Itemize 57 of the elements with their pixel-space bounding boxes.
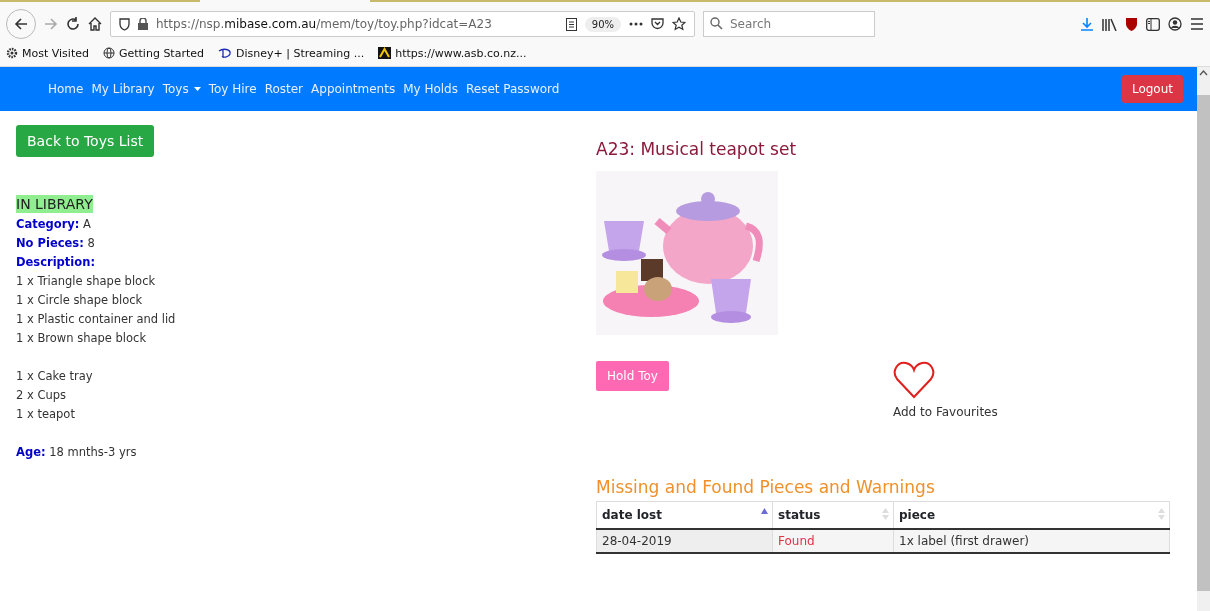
search-field[interactable]: Search: [703, 11, 875, 37]
shield-icon[interactable]: [1125, 17, 1138, 31]
table-cell: Found: [772, 529, 894, 553]
detail-line: No Pieces: 8: [16, 235, 96, 252]
star-icon[interactable]: [672, 17, 686, 31]
detail-line: Category: A: [16, 216, 92, 233]
home-icon[interactable]: [88, 17, 102, 31]
sidebar-icon[interactable]: [1146, 17, 1160, 31]
section-title: Missing and Found Pieces and Warnings: [596, 477, 936, 497]
description-line: 2 x Cups: [16, 387, 68, 404]
nav-link[interactable]: My Holds: [403, 82, 458, 96]
reload-icon[interactable]: [66, 17, 80, 31]
table-cell: 28-04-2019: [596, 529, 773, 553]
more-icon[interactable]: [629, 22, 643, 26]
nav-link[interactable]: Reset Password: [466, 82, 560, 96]
back-arrow-icon: [14, 17, 28, 31]
library-icon[interactable]: [1102, 17, 1117, 31]
bookmark-link[interactable]: Disney+ | Streaming ...: [236, 46, 365, 60]
description-line: 1 x Cake tray: [16, 368, 94, 385]
detail-line: Description:: [16, 254, 96, 271]
zoom-level[interactable]: 90%: [584, 16, 621, 32]
reader-view-icon[interactable]: [565, 17, 577, 31]
table-cell: 1x label (first drawer): [893, 529, 1170, 553]
bookmark-link[interactable]: Most Visited: [22, 46, 89, 60]
nav-link[interactable]: Toys: [162, 82, 201, 96]
age-line: Age: 18 mnths-3 yrs: [16, 444, 138, 461]
asb-logo-icon: [378, 47, 392, 59]
lock-icon: [138, 18, 148, 30]
hold-toy-button[interactable]: Hold Toy: [596, 361, 669, 391]
globe-icon: [102, 47, 115, 59]
description-line: 1 x Brown shape block: [16, 330, 148, 347]
bookmark-link[interactable]: https://www.asb.co.nz...: [395, 46, 527, 60]
back-to-list-button[interactable]: Back to Toys List: [16, 125, 155, 157]
menu-icon[interactable]: [1190, 18, 1204, 30]
description-line: 1 x Circle shape block: [16, 292, 144, 309]
add-to-favourites-link[interactable]: Add to Favourites: [893, 405, 998, 419]
heart-icon[interactable]: [893, 361, 935, 399]
scrollbar-thumb[interactable]: [1197, 95, 1210, 591]
nav-link[interactable]: Toy Hire: [208, 82, 257, 96]
logout-button[interactable]: Logout: [1121, 75, 1183, 103]
pocket-icon[interactable]: [651, 18, 664, 30]
nav-link[interactable]: Roster: [264, 82, 304, 96]
download-icon[interactable]: [1080, 17, 1094, 31]
description-line: 1 x Plastic container and lid: [16, 311, 177, 328]
description-line: 1 x teapot: [16, 406, 76, 423]
bookmark-link[interactable]: Getting Started: [118, 46, 204, 60]
nav-link[interactable]: Appointments: [311, 82, 396, 96]
nav-link[interactable]: My Library: [91, 82, 155, 96]
gear-icon: [6, 47, 18, 59]
description-line: 1 x Triangle shape block: [16, 273, 157, 290]
disney-logo-icon: [218, 47, 232, 59]
address-bar[interactable]: https://nsp.mibase.com.au/mem/toy/toy.php?idcat=A23 90%: [110, 11, 695, 37]
availability-badge: IN LIBRARY: [16, 195, 93, 213]
toy-title: A23: Musical teapot set: [596, 139, 798, 159]
nav-link[interactable]: Home: [48, 82, 84, 96]
shield-icon: [119, 17, 130, 31]
account-icon[interactable]: [1168, 17, 1182, 31]
